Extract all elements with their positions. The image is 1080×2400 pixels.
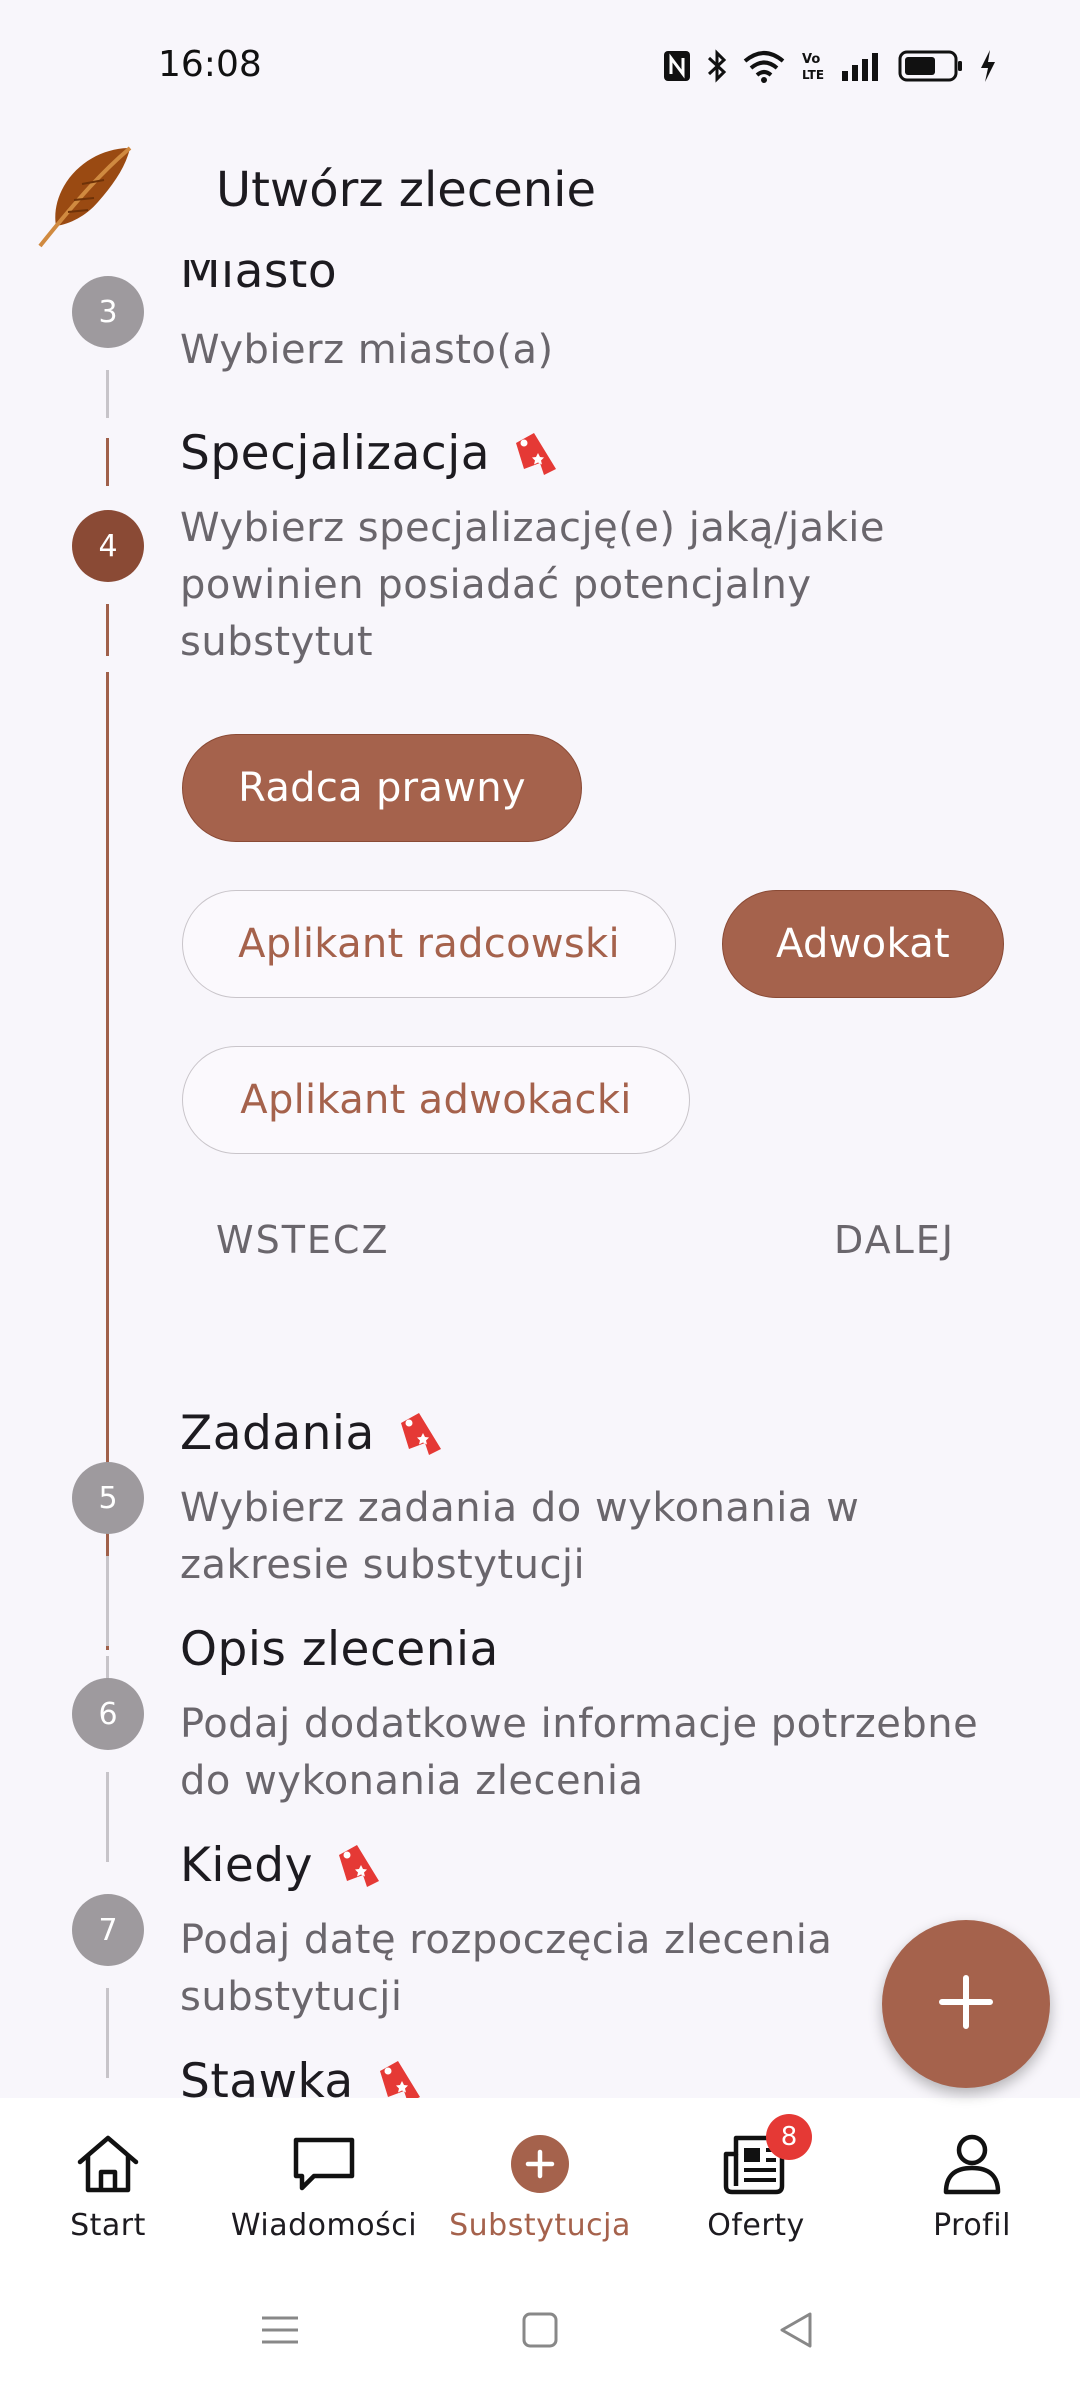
home-square-icon[interactable] [520,2310,560,2354]
step-subtitle-miasto: Wybierz miasto(a) [180,327,554,373]
step-title-zadania[interactable]: Zadania [180,1406,445,1461]
next-button[interactable]: DALEJ [834,1218,955,1262]
step-connector [106,1772,109,1862]
signal-icon [840,51,884,81]
plus-icon [938,1974,994,2034]
step-title-stawka[interactable]: Stawka [180,2054,424,2098]
svg-text:LTE: LTE [802,68,824,82]
bookmark-tag-icon [333,1841,383,1891]
step-title-kiedy[interactable]: Kiedy [180,1838,383,1893]
step-subtitle-kiedy: Podaj datę rozpoczęcia zlecenia substytu… [180,1917,833,2020]
wifi-icon [742,49,786,83]
nav-item-wiadomosci[interactable]: Wiadomości [216,2098,432,2280]
step-connector [106,1988,109,2078]
bookmark-tag-icon [510,429,560,479]
step-title-label: Opis zlecenia [180,1622,499,1677]
step-title-label: Zadania [180,1406,375,1461]
back-triangle-icon[interactable] [776,2310,816,2354]
nav-item-profil[interactable]: Profil [864,2098,1080,2280]
step-title-label: Stawka [180,2054,354,2098]
step-subtitle-specjalizacja: Wybierz specjalizację(e) jaką/jakie powi… [180,505,886,665]
page-title: Utwórz zlecenie [216,162,597,218]
nav-item-substytucja[interactable]: Substytucja [432,2098,648,2280]
nav-label: Oferty [707,2208,805,2243]
back-button[interactable]: WSTECZ [216,1218,389,1262]
step-connector [106,1556,109,1646]
person-icon [940,2128,1004,2200]
step-number-4[interactable]: 4 [72,510,144,582]
volte-icon: Vo LTE [800,49,826,83]
step-number-6[interactable]: 6 [72,1678,144,1750]
stepper: 3 Miasto Wybierz miasto(a) Specjalizacja… [0,260,1080,2098]
bottom-navigation: Start Wiadomości Substytucja 8 Oferty Pr… [0,2098,1080,2280]
status-bar: 16:08 Vo LTE [0,0,1080,130]
bluetooth-icon [706,48,728,84]
nav-item-start[interactable]: Start [0,2098,216,2280]
chip-aplikant-adwokacki[interactable]: Aplikant adwokacki [182,1046,690,1154]
step-title-label: Kiedy [180,1838,313,1893]
step-connector-active [106,604,109,656]
step-title-specjalizacja[interactable]: Specjalizacja [180,426,560,481]
step-subtitle-opis-zlecenia: Podaj dodatkowe informacje potrzebne do … [180,1701,979,1804]
status-time: 16:08 [158,44,262,85]
app-bar: Utwórz zlecenie [0,130,1080,260]
battery-icon [898,50,964,82]
step-title-label: Specjalizacja [180,426,491,481]
nav-item-oferty[interactable]: 8 Oferty [648,2098,864,2280]
step-title-miasto[interactable]: Miasto [180,260,337,299]
add-circle-icon [508,2128,572,2200]
home-icon [74,2128,142,2200]
nav-label: Profil [933,2208,1011,2243]
newspaper-icon: 8 [722,2114,812,2200]
status-icons: Vo LTE [662,44,998,88]
charging-icon [978,48,998,84]
nav-label: Substytucja [449,2208,631,2243]
system-navigation-bar [0,2280,1080,2400]
chat-icon [290,2128,358,2200]
notification-badge: 8 [766,2114,812,2160]
bookmark-tag-icon [395,1409,445,1459]
step-title-opis-zlecenia[interactable]: Opis zlecenia [180,1622,499,1677]
nfc-icon [662,49,692,83]
chip-aplikant-radcowski[interactable]: Aplikant radcowski [182,890,676,998]
menu-icon[interactable] [260,2310,300,2354]
add-fab-button[interactable] [882,1920,1050,2088]
step-connector-active [106,438,109,486]
step-subtitle-zadania: Wybierz zadania do wykonania w zakresie … [180,1485,860,1588]
chip-radca-prawny[interactable]: Radca prawny [182,734,582,842]
svg-text:Vo: Vo [802,52,820,67]
nav-label: Start [70,2208,146,2243]
feather-logo [34,140,134,250]
step-number-7[interactable]: 7 [72,1894,144,1966]
chip-adwokat[interactable]: Adwokat [722,890,1004,998]
nav-label: Wiadomości [230,2208,418,2243]
step-title-label: Miasto [180,260,338,299]
step-number-3[interactable]: 3 [72,276,144,348]
step-connector [106,370,109,418]
bookmark-tag-icon [374,2057,424,2098]
step-number-5[interactable]: 5 [72,1462,144,1534]
